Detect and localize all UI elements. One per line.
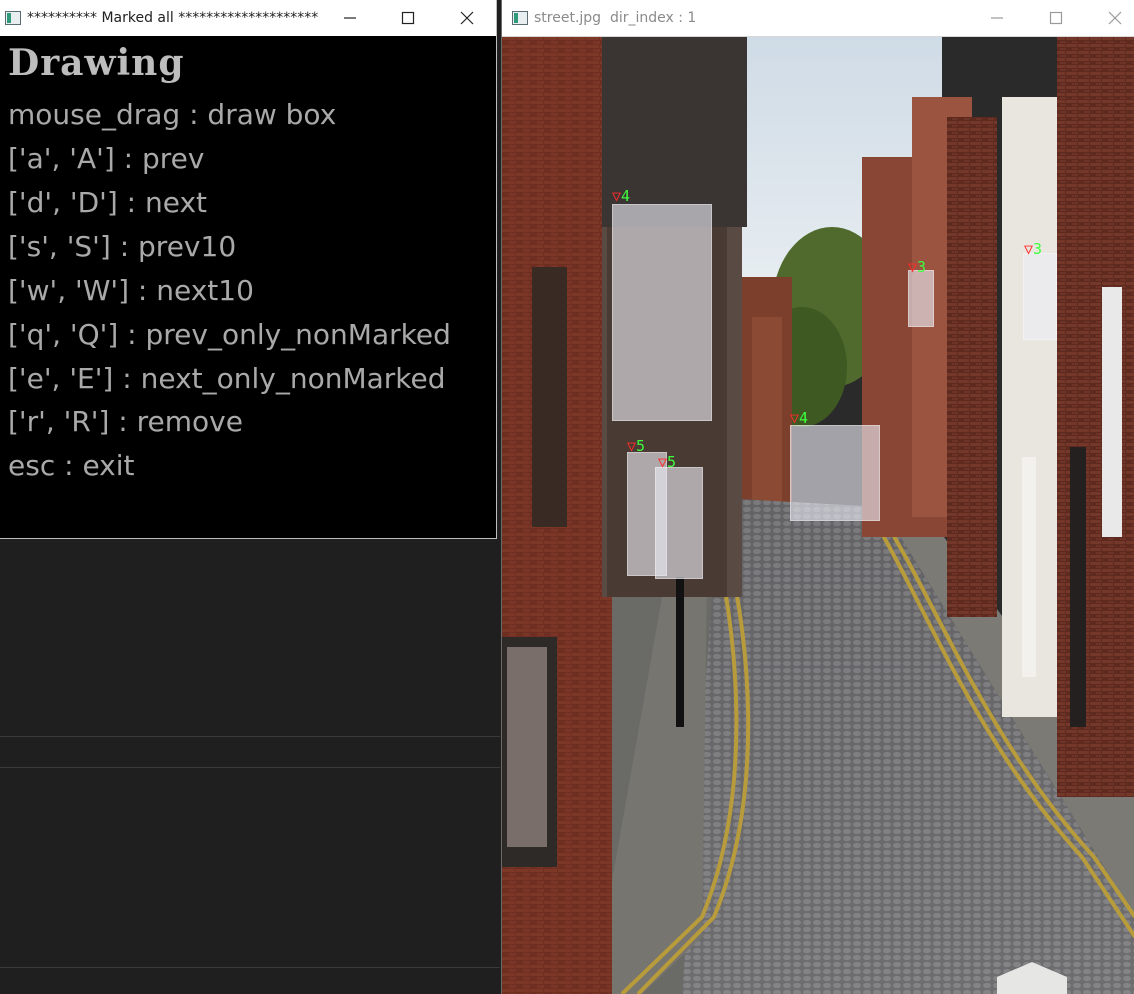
info-line: esc : exit <box>8 449 135 482</box>
desktop-divider <box>0 767 500 768</box>
close-icon <box>460 11 474 25</box>
bbox[interactable] <box>655 467 703 579</box>
window-title: street.jpg dir_index : 1 <box>534 10 697 26</box>
bbox[interactable] <box>1023 253 1057 340</box>
window-title: ********** Marked all ******************… <box>27 10 319 26</box>
info-line: ['r', 'R'] : remove <box>8 405 243 438</box>
info-canvas: Drawing mouse_drag : draw box ['a', 'A']… <box>0 36 496 538</box>
bbox[interactable] <box>790 425 880 521</box>
info-line: ['a', 'A'] : prev <box>8 142 205 175</box>
bbox-label: ▽4 <box>612 187 631 205</box>
image-window-titlebar[interactable]: street.jpg dir_index : 1 <box>502 0 1134 37</box>
minimize-icon <box>991 17 1003 19</box>
info-line: ['s', 'S'] : prev10 <box>8 230 237 263</box>
image-canvas[interactable]: ▽4 ▽3 ▽3 ▽4 ▽5 ▽5 <box>502 37 1134 994</box>
maximize-icon <box>401 11 415 25</box>
bbox-label: ▽3 <box>1024 240 1043 258</box>
bbox[interactable] <box>908 270 934 327</box>
minimize-button[interactable] <box>968 0 1026 36</box>
info-line: ['d', 'D'] : next <box>8 186 208 219</box>
info-window: ********** Marked all ******************… <box>0 0 497 539</box>
app-icon <box>512 11 528 25</box>
info-line: ['e', 'E'] : next_only_nonMarked <box>8 362 446 395</box>
minimize-button[interactable] <box>321 0 379 36</box>
minimize-icon <box>344 17 356 19</box>
bbox[interactable] <box>612 204 712 421</box>
info-window-titlebar[interactable]: ********** Marked all ******************… <box>0 0 496 37</box>
close-button[interactable] <box>1086 0 1134 36</box>
bbox-label: ▽3 <box>908 258 927 276</box>
close-icon <box>1108 11 1122 25</box>
info-line: ['q', 'Q'] : prev_only_nonMarked <box>8 318 451 351</box>
maximize-button[interactable] <box>1027 0 1085 36</box>
info-line: ['w', 'W'] : next10 <box>8 274 254 307</box>
desktop-divider <box>0 967 500 968</box>
app-icon <box>5 11 21 25</box>
bbox-label: ▽5 <box>627 437 646 455</box>
info-heading: Drawing <box>8 42 185 84</box>
bbox-label: ▽5 <box>658 453 677 471</box>
close-button[interactable] <box>438 0 496 36</box>
image-window: street.jpg dir_index : 1 ▽4 ▽3 ▽3 ▽4 ▽5 … <box>501 0 1134 994</box>
maximize-button[interactable] <box>379 0 437 36</box>
bbox-label: ▽4 <box>790 409 809 427</box>
maximize-icon <box>1049 11 1063 25</box>
desktop-divider <box>0 736 500 737</box>
info-line: mouse_drag : draw box <box>8 98 337 131</box>
